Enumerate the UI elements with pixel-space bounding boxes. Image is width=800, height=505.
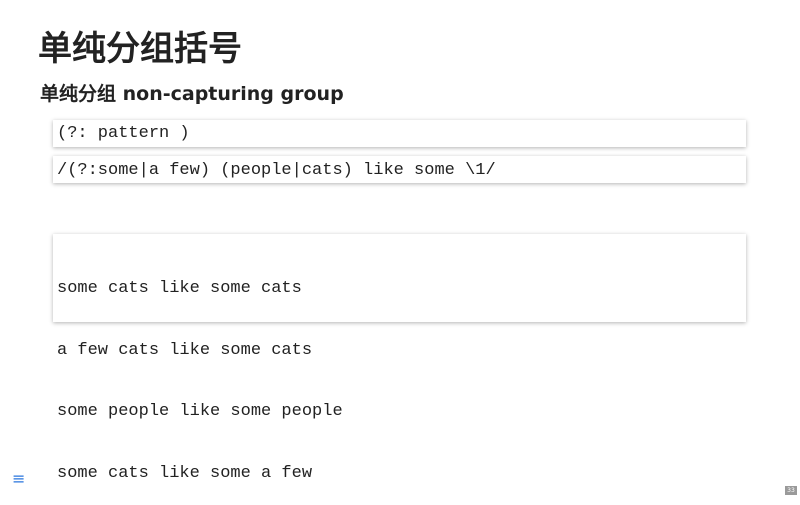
sample-line: a few cats like some cats	[57, 340, 313, 360]
sample-line: some cats like some cats	[57, 279, 302, 298]
sample-line: some people like some people	[57, 402, 343, 421]
hamburger-menu-icon[interactable]: ≡	[12, 471, 25, 487]
slide-subtitle: 单纯分组 non-capturing group	[40, 83, 344, 105]
page-number-badge: 33	[785, 486, 797, 495]
syntax-code-block: (?: pattern )	[53, 120, 746, 147]
regex-code-block: /(?:some|a few) (people|cats) like some …	[53, 156, 746, 183]
sample-text-block: some cats like some cats a few cats like…	[53, 234, 746, 483]
sample-line: some cats like some a few	[57, 463, 313, 483]
slide-title: 单纯分组括号	[38, 29, 242, 69]
